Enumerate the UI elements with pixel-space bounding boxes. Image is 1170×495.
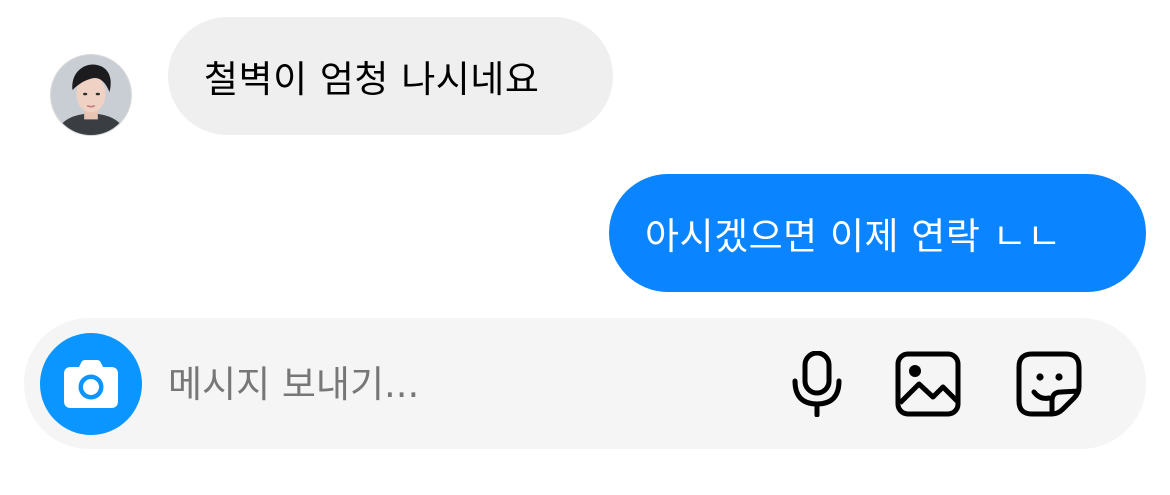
camera-icon xyxy=(64,360,118,408)
received-message-bubble[interactable]: 철벽이 엄청 나시네요 xyxy=(168,17,613,135)
microphone-button[interactable] xyxy=(784,351,850,417)
sticker-button[interactable] xyxy=(1016,351,1082,417)
contact-avatar[interactable] xyxy=(50,54,132,136)
gallery-button[interactable] xyxy=(895,351,961,417)
chat-screen: 철벽이 엄청 나시네요 아시겠으면 이제 연락 ㄴㄴ xyxy=(0,0,1170,495)
received-message-text: 철벽이 엄청 나시네요 xyxy=(204,58,540,101)
sent-message-text: 아시겠으면 이제 연락 ㄴㄴ xyxy=(645,215,1062,258)
camera-button[interactable] xyxy=(40,333,142,435)
message-input[interactable] xyxy=(168,354,728,414)
message-composer xyxy=(24,318,1146,449)
sent-message-bubble[interactable]: 아시겠으면 이제 연락 ㄴㄴ xyxy=(609,174,1146,292)
image-icon xyxy=(895,351,961,417)
microphone-icon xyxy=(792,351,842,417)
avatar-image xyxy=(51,55,131,135)
sticker-icon xyxy=(1016,351,1082,417)
